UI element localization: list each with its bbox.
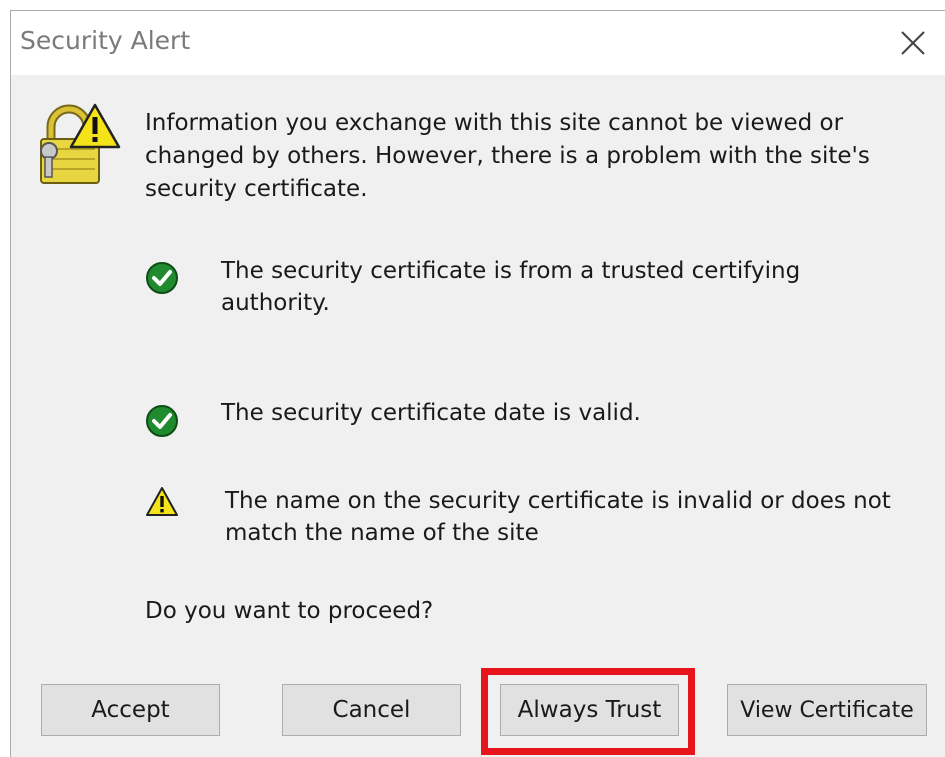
cancel-button[interactable]: Cancel — [282, 684, 461, 736]
proceed-prompt: Do you want to proceed? — [145, 598, 434, 624]
title-bar: Security Alert — [11, 11, 945, 75]
check-item-date-valid: The security certificate date is valid. — [221, 400, 641, 426]
view-certificate-button[interactable]: View Certificate — [727, 684, 927, 736]
padlock-warning-icon — [40, 103, 121, 184]
always-trust-button[interactable]: Always Trust — [500, 684, 679, 736]
check-item-trusted-authority: The security certificate is from a trust… — [221, 258, 801, 316]
accept-button[interactable]: Accept — [41, 684, 220, 736]
green-check-icon — [146, 262, 178, 294]
intro-message: Information you exchange with this site … — [145, 110, 870, 202]
green-check-icon — [146, 405, 178, 437]
close-button[interactable] — [881, 11, 945, 75]
security-alert-dialog: Security Alert Information you exchange … — [10, 10, 945, 757]
close-icon — [901, 31, 925, 55]
warning-triangle-icon — [146, 487, 178, 516]
dialog-title: Security Alert — [20, 26, 191, 55]
check-item-name-mismatch: The name on the security certificate is … — [225, 488, 891, 546]
